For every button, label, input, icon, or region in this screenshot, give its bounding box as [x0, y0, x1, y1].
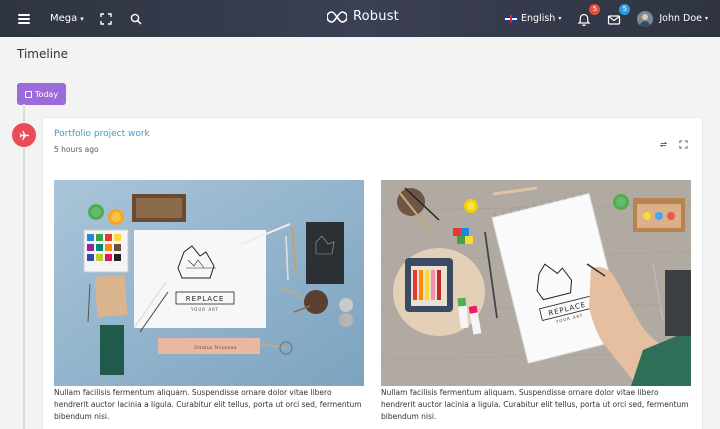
page-title: Timeline: [17, 47, 69, 61]
svg-text:Stratus Nouveau: Stratus Nouveau: [194, 345, 238, 351]
timeline-item-time: 5 hours ago: [54, 145, 99, 154]
mail-icon: [608, 14, 621, 25]
fullscreen-icon[interactable]: [679, 140, 688, 149]
chevron-down-icon: ▾: [558, 15, 562, 22]
top-navbar: Mega ▾ Robust English ▾ 5 5 John Doe ▾: [0, 0, 720, 37]
mega-menu-toggle[interactable]: Mega ▾: [50, 13, 84, 24]
messages-button[interactable]: 5: [607, 3, 631, 26]
expand-icon[interactable]: [100, 12, 112, 25]
notifications-badge: 5: [589, 3, 601, 15]
avatar: [637, 10, 654, 27]
reload-icon[interactable]: [659, 140, 668, 149]
chevron-down-icon: ▾: [704, 15, 708, 22]
image-2-caption: Nullam facilisis fermentum aliquam. Susp…: [381, 388, 689, 421]
portfolio-image-1-graphic: REPLACE YOUR ART Stratus Nouveau: [54, 180, 364, 386]
notifications-button[interactable]: 5: [577, 3, 601, 26]
airplane-icon: [19, 130, 29, 140]
user-name: John Doe: [659, 13, 702, 24]
portfolio-image-2-graphic: REPLACE YOUR ART: [381, 180, 691, 386]
today-button[interactable]: Today: [17, 83, 66, 105]
svg-text:YOUR ART: YOUR ART: [190, 307, 219, 312]
language-label: English: [521, 13, 556, 24]
brand-name: Robust: [353, 9, 399, 24]
uk-flag-icon: [505, 14, 517, 23]
user-menu[interactable]: John Doe ▾: [637, 10, 708, 27]
language-selector[interactable]: English ▾: [505, 13, 561, 24]
chevron-down-icon: ▾: [80, 14, 84, 23]
timeline-card: Portfolio project work 5 hours ago REPLA…: [42, 117, 703, 429]
navbar-left: Mega ▾: [0, 0, 142, 37]
timeline-marker: [12, 123, 36, 147]
brand-logo[interactable]: Robust: [327, 9, 399, 24]
calendar-icon: [24, 90, 32, 98]
bell-icon: [578, 13, 591, 26]
today-label: Today: [34, 89, 59, 99]
timeline-line: [23, 104, 25, 429]
svg-text:REPLACE: REPLACE: [186, 295, 225, 303]
navbar-right: English ▾ 5 5 John Doe ▾: [505, 0, 720, 37]
menu-icon[interactable]: [18, 13, 30, 24]
messages-badge: 5: [619, 3, 631, 15]
portfolio-image-2[interactable]: REPLACE YOUR ART: [381, 180, 691, 386]
infinity-logo-icon: [327, 10, 347, 23]
mega-label: Mega: [50, 13, 78, 24]
image-1-caption: Nullam facilisis fermentum aliquam. Susp…: [54, 388, 362, 421]
search-icon[interactable]: [130, 13, 142, 25]
timeline-item-title[interactable]: Portfolio project work: [54, 129, 150, 139]
portfolio-image-1[interactable]: REPLACE YOUR ART Stratus Nouveau: [54, 180, 364, 386]
